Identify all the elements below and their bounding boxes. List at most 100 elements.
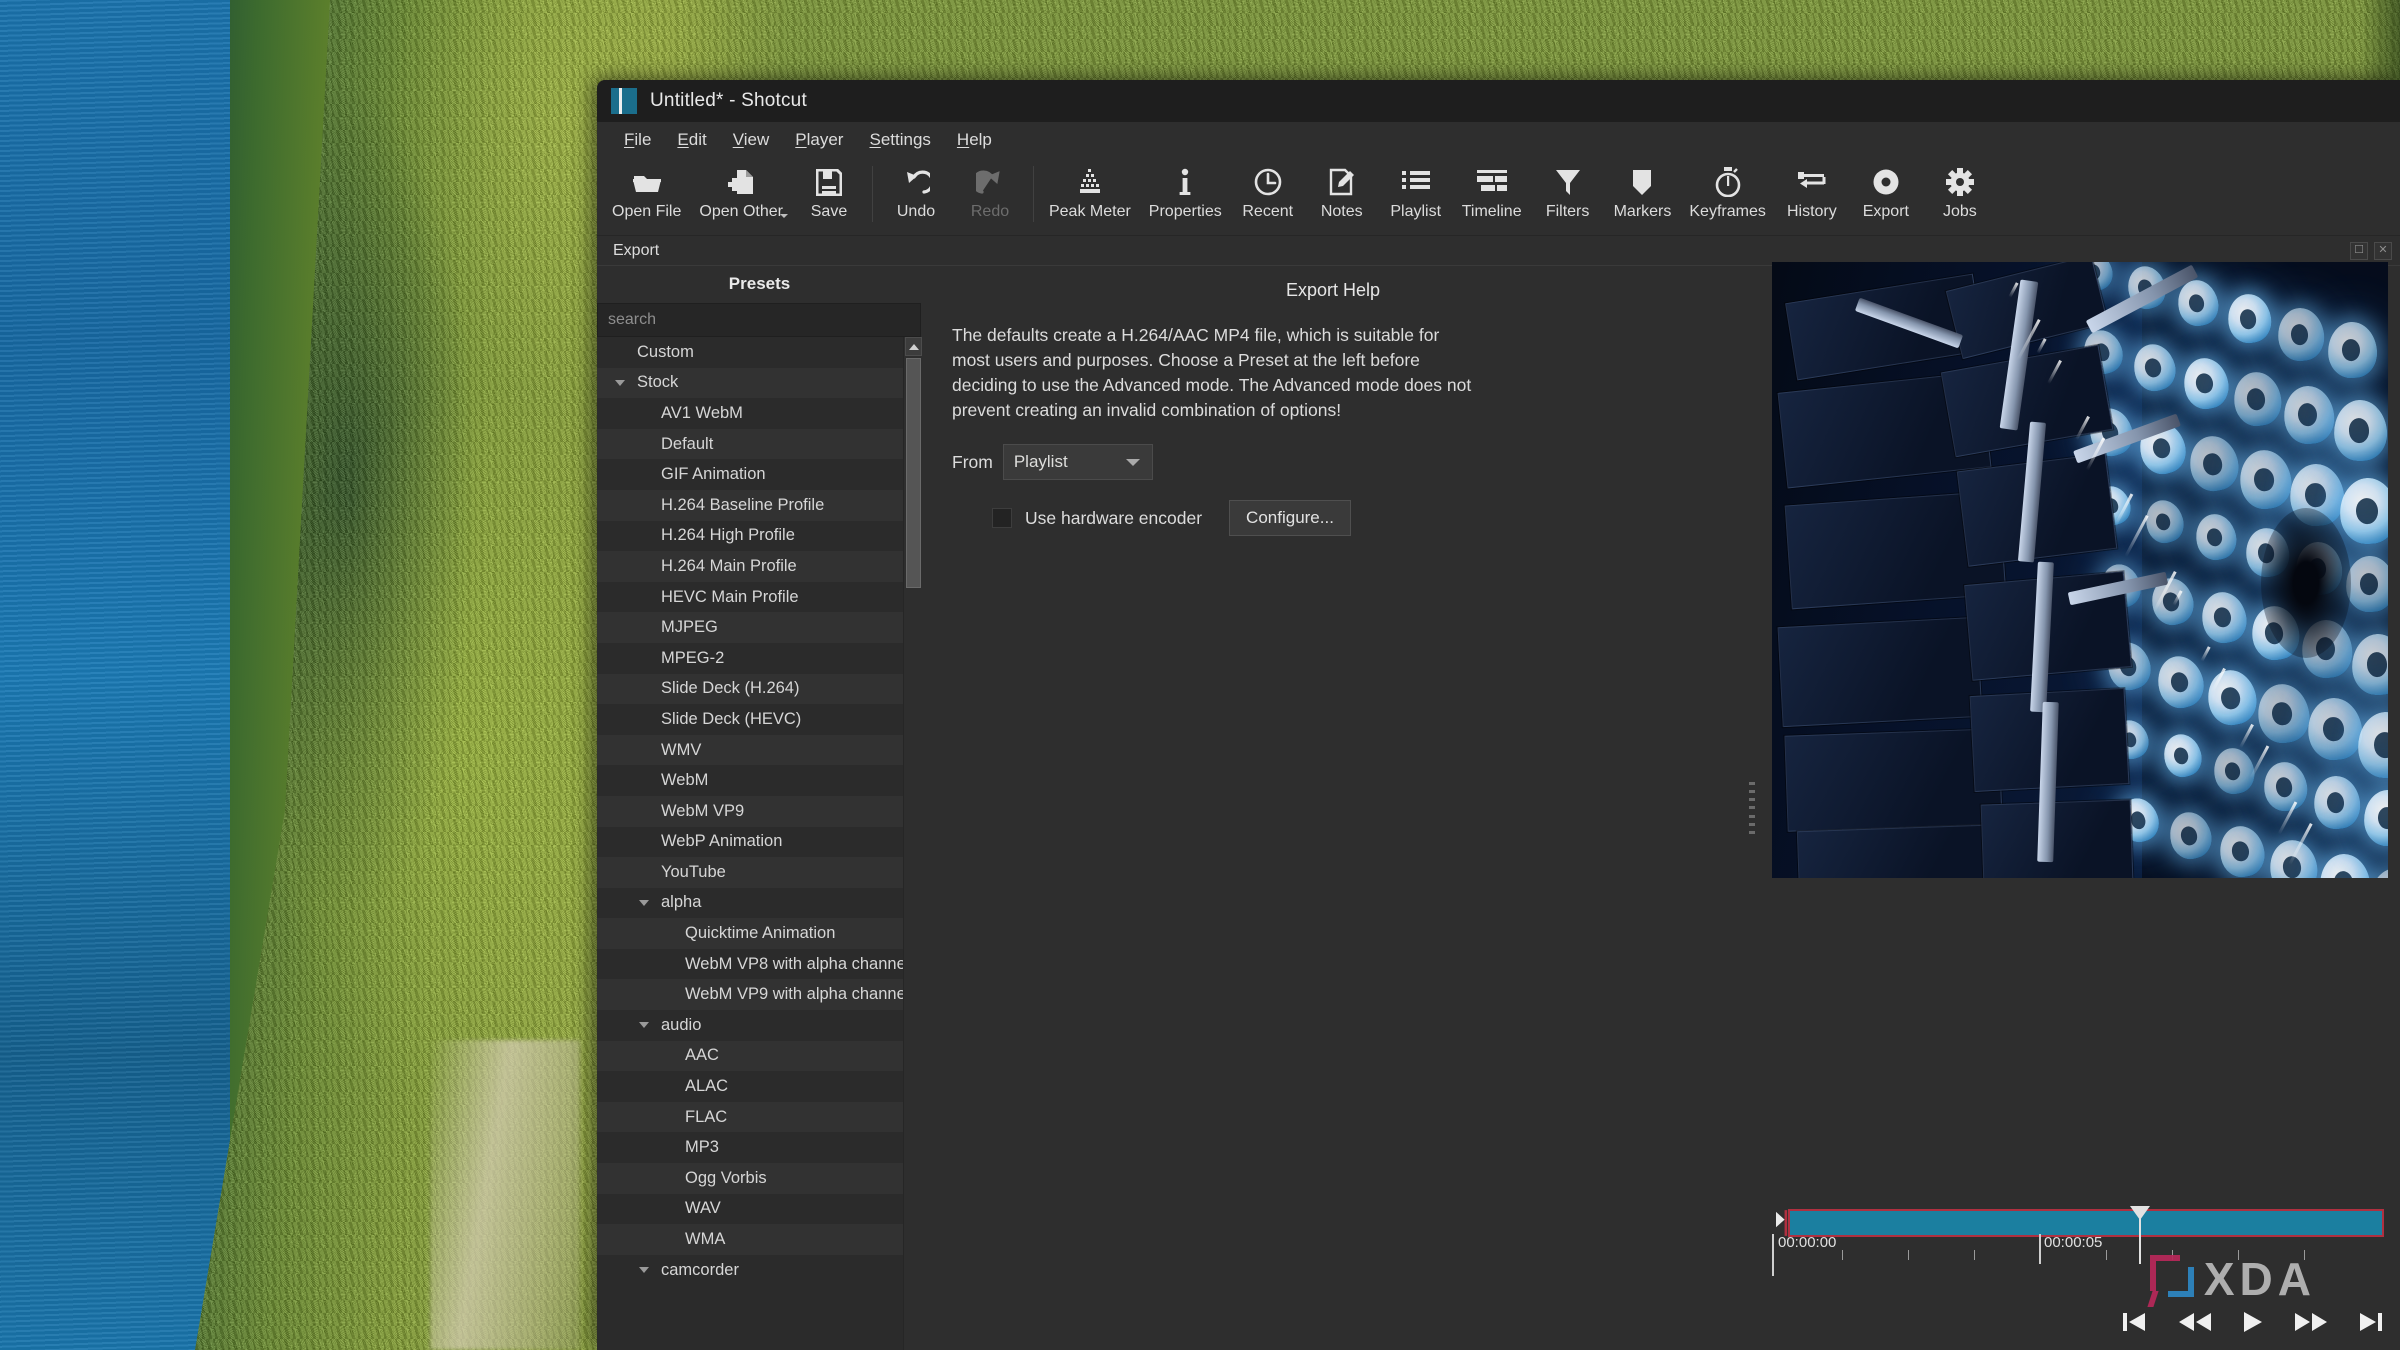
menu-view[interactable]: View bbox=[722, 125, 781, 155]
chevron-down-icon[interactable] bbox=[779, 214, 788, 218]
menu-edit[interactable]: Edit bbox=[666, 125, 717, 155]
in-point-icon[interactable] bbox=[1776, 1210, 1788, 1236]
toolbar-button-label: Notes bbox=[1320, 203, 1363, 220]
expander-open-icon[interactable] bbox=[637, 1022, 651, 1029]
skip-end-icon[interactable] bbox=[2356, 1308, 2386, 1336]
preset-row[interactable]: WebM bbox=[597, 765, 903, 796]
preset-row[interactable]: AAC bbox=[597, 1040, 903, 1072]
folder-open-icon bbox=[632, 165, 662, 199]
toolbar-button-notes[interactable]: Notes bbox=[1305, 162, 1379, 221]
menu-player[interactable]: Player bbox=[784, 125, 854, 155]
close-panel-icon[interactable]: ✕ bbox=[2374, 241, 2392, 260]
presets-tree[interactable]: Custom Stock AV1 WebM Default GIF Animation H… bbox=[597, 337, 903, 1350]
preset-row[interactable]: alpha bbox=[597, 887, 903, 919]
preset-row[interactable]: H.264 Baseline Profile bbox=[597, 489, 903, 521]
history-icon bbox=[1797, 165, 1827, 199]
preset-row[interactable]: Quicktime Animation bbox=[597, 918, 903, 949]
toolbar-button-timeline[interactable]: Timeline bbox=[1453, 162, 1531, 221]
preset-row[interactable]: H.264 Main Profile bbox=[597, 551, 903, 582]
scroll-up-arrow-icon[interactable] bbox=[905, 337, 922, 356]
toolbar-button-filters[interactable]: Filters bbox=[1531, 162, 1605, 221]
toolbar-button-label: Filters bbox=[1545, 203, 1590, 220]
expander-open-icon[interactable] bbox=[637, 899, 651, 906]
preset-row[interactable]: WMA bbox=[597, 1224, 903, 1255]
ruler-minor-tick bbox=[2106, 1250, 2107, 1260]
toolbar-button-export[interactable]: Export bbox=[1849, 162, 1923, 221]
transport-controls bbox=[2120, 1308, 2386, 1336]
preset-row[interactable]: MP3 bbox=[597, 1132, 903, 1164]
scrub-range[interactable] bbox=[1788, 1209, 2384, 1237]
preset-row[interactable]: H.264 High Profile bbox=[597, 520, 903, 552]
preset-row[interactable]: YouTube bbox=[597, 857, 903, 888]
toolbar-button-open-file[interactable]: Open File bbox=[603, 162, 690, 221]
preset-row[interactable]: WAV bbox=[597, 1193, 903, 1225]
fast-forward-icon[interactable] bbox=[2292, 1308, 2330, 1336]
preset-row-label: WebP Animation bbox=[661, 832, 783, 851]
hardware-encoder-row: Use hardware encoder Configure... bbox=[992, 500, 1720, 537]
preset-row[interactable]: Stock bbox=[597, 367, 903, 399]
toolbar-button-markers[interactable]: Markers bbox=[1605, 162, 1681, 221]
presets-scrollbar[interactable] bbox=[903, 337, 922, 1350]
video-preview-frame[interactable] bbox=[1772, 262, 2388, 878]
toolbar-button-redo: Redo bbox=[953, 162, 1027, 221]
preset-row[interactable]: Ogg Vorbis bbox=[597, 1163, 903, 1194]
disc-export-icon bbox=[1872, 165, 1900, 199]
preset-row[interactable]: Default bbox=[597, 428, 903, 460]
float-panel-icon[interactable]: ☐ bbox=[2350, 241, 2368, 260]
toolbar-button-undo[interactable]: Undo bbox=[879, 162, 953, 221]
play-icon[interactable] bbox=[2240, 1308, 2266, 1336]
menu-file[interactable]: File bbox=[613, 125, 662, 155]
preset-row[interactable]: WebM VP9 bbox=[597, 795, 903, 827]
panel-splitter[interactable] bbox=[1744, 266, 1760, 1350]
preset-row[interactable]: camcorder bbox=[597, 1254, 903, 1286]
toolbar-button-properties[interactable]: Properties bbox=[1140, 162, 1231, 221]
preset-row[interactable]: HEVC Main Profile bbox=[597, 581, 903, 613]
from-select[interactable]: Playlist bbox=[1002, 444, 1153, 481]
preset-row[interactable]: Slide Deck (HEVC) bbox=[597, 704, 903, 735]
preset-row[interactable]: Custom bbox=[597, 337, 903, 368]
toolbar-button-history[interactable]: History bbox=[1775, 162, 1849, 221]
preset-row[interactable]: ALAC bbox=[597, 1071, 903, 1102]
preset-row[interactable]: Slide Deck (H.264) bbox=[597, 673, 903, 705]
use-hardware-encoder-checkbox[interactable] bbox=[992, 508, 1012, 529]
scrollbar-thumb[interactable] bbox=[906, 358, 921, 588]
preset-row[interactable]: GIF Animation bbox=[597, 459, 903, 490]
toolbar-button-save[interactable]: Save bbox=[792, 162, 866, 221]
preset-row-label: AV1 WebM bbox=[661, 403, 743, 422]
preset-row[interactable]: WebP Animation bbox=[597, 826, 903, 858]
menu-help[interactable]: Help bbox=[946, 125, 1003, 155]
video-light-fixture bbox=[2280, 383, 2337, 446]
window-titlebar[interactable]: Untitled* - Shotcut bbox=[597, 80, 2400, 122]
toolbar-button-keyframes[interactable]: Keyframes bbox=[1680, 162, 1774, 221]
splitter-grip-icon bbox=[1749, 782, 1755, 834]
toolbar-button-playlist[interactable]: Playlist bbox=[1379, 162, 1453, 221]
preset-row[interactable]: MJPEG bbox=[597, 612, 903, 643]
video-light-fixture bbox=[2202, 665, 2261, 730]
configure-button[interactable]: Configure... bbox=[1229, 500, 1351, 537]
ruler-time-mid: 00:00:05 bbox=[2044, 1234, 2103, 1251]
ruler-minor-tick bbox=[2238, 1250, 2239, 1260]
skip-start-icon[interactable] bbox=[2120, 1308, 2150, 1336]
presets-search-input[interactable]: search bbox=[597, 303, 921, 337]
preset-row[interactable]: AV1 WebM bbox=[597, 398, 903, 429]
menu-settings[interactable]: Settings bbox=[858, 125, 941, 155]
expander-open-icon[interactable] bbox=[613, 379, 627, 386]
toolbar-button-open-other[interactable]: Open Other bbox=[690, 162, 792, 221]
preset-row[interactable]: audio bbox=[597, 1010, 903, 1041]
toolbar-button-recent[interactable]: Recent bbox=[1231, 162, 1305, 221]
rewind-icon[interactable] bbox=[2176, 1308, 2214, 1336]
preset-row[interactable]: FLAC bbox=[597, 1101, 903, 1133]
undo-arrow-icon bbox=[902, 165, 930, 199]
preset-row[interactable]: MPEG-2 bbox=[597, 642, 903, 674]
video-light-fixture bbox=[2332, 398, 2388, 463]
preset-row[interactable]: WMV bbox=[597, 734, 903, 766]
preset-row[interactable]: WebM VP8 with alpha channel bbox=[597, 948, 903, 980]
toolbar-button-jobs[interactable]: Jobs bbox=[1923, 162, 1997, 221]
expander-open-icon[interactable] bbox=[637, 1267, 651, 1274]
video-preview-area[interactable] bbox=[1760, 262, 2400, 1200]
stopwatch-icon bbox=[1714, 165, 1742, 199]
preset-row-label: H.264 High Profile bbox=[661, 526, 795, 545]
preset-row-label: Stock bbox=[637, 373, 679, 392]
preset-row[interactable]: WebM VP9 with alpha channel bbox=[597, 979, 903, 1011]
toolbar-button-peak-meter[interactable]: Peak Meter bbox=[1040, 162, 1140, 221]
